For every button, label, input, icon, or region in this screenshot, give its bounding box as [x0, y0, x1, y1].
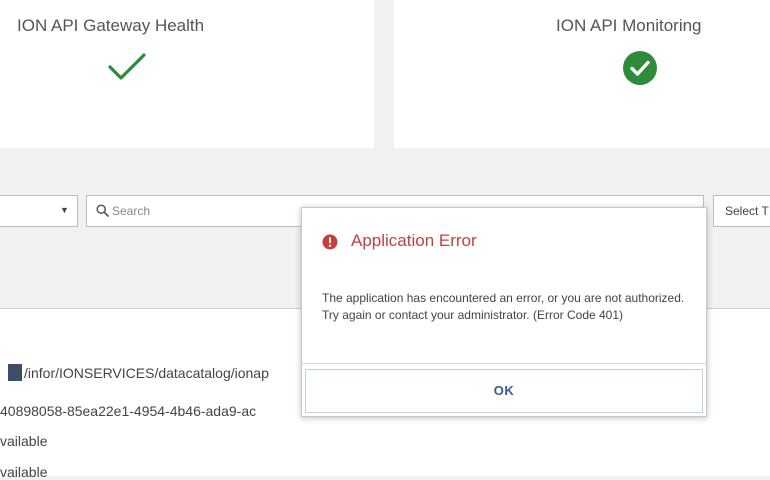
folder-icon — [8, 364, 22, 381]
endpoint-id: 40898058-85ea22e1-4954-4b46-ada9-ac — [0, 403, 257, 419]
api-monitoring-card: ION API Monitoring — [394, 0, 770, 148]
caret-down-icon: ▼ — [60, 205, 69, 215]
checkmark-icon — [108, 53, 146, 80]
card-title: ION API Monitoring — [556, 16, 702, 35]
availability-status: vailable — [0, 464, 48, 480]
ok-button[interactable]: OK — [305, 369, 703, 413]
search-icon — [96, 204, 109, 217]
endpoint-path: /infor/IONSERVICES/datacatalog/ionap — [24, 365, 269, 381]
select-button[interactable]: Select T — [713, 195, 770, 227]
endpoint-path-row: /infor/IONSERVICES/datacatalog/ionap — [8, 364, 269, 381]
availability-status: vailable — [0, 433, 48, 449]
card-title: ION API Gateway Health — [17, 16, 205, 35]
gateway-health-card: ION API Gateway Health — [0, 0, 374, 148]
application-error-dialog: Application Error The application has en… — [301, 207, 707, 417]
dialog-title: Application Error — [351, 231, 477, 250]
filter-dropdown[interactable]: ▼ — [0, 195, 78, 227]
dialog-divider — [302, 363, 706, 364]
check-circle-icon — [623, 51, 657, 85]
dialog-message: The application has encountered an error… — [322, 291, 685, 322]
search-placeholder: Search — [112, 204, 151, 218]
error-icon — [322, 234, 338, 250]
